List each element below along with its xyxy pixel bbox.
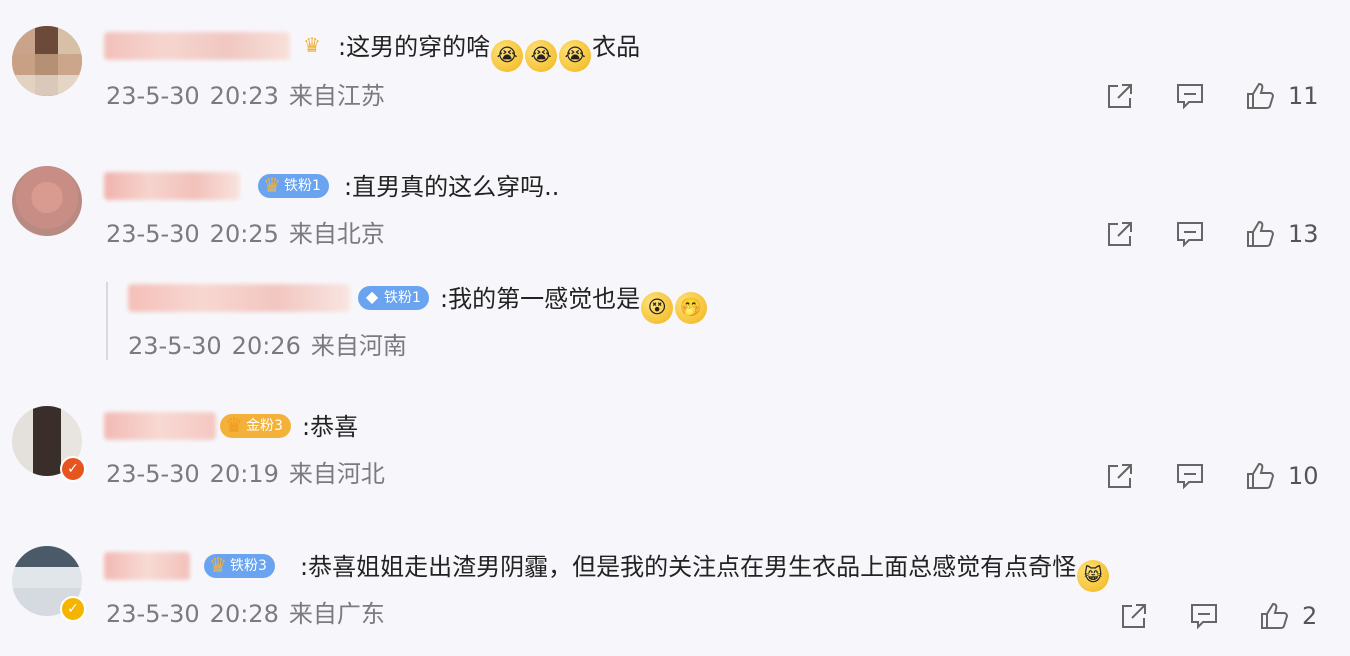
share-button[interactable]: [1104, 78, 1136, 114]
comment-text: :恭喜: [302, 413, 359, 441]
thumbs-up-icon: [1261, 602, 1289, 629]
diamond-icon: ◆: [365, 287, 379, 306]
crying-emoji-icon: 😭: [559, 40, 592, 72]
crying-emoji-icon: 😭: [525, 40, 558, 72]
comment-date: 23-5-30: [106, 82, 200, 110]
comment-location: 来自北京: [288, 220, 385, 248]
comment-actions: 11: [1104, 78, 1334, 114]
comment-actions: 10: [1104, 458, 1334, 494]
verified-icon: ✓: [60, 596, 86, 622]
share-icon: [1108, 464, 1132, 488]
comment-time: 20:26: [231, 332, 301, 360]
like-count: 2: [1302, 602, 1318, 630]
crown-icon: ♛: [303, 33, 321, 57]
comment-meta: 23-5-30 20:25 来自北京: [106, 218, 395, 250]
comment-time: 20:23: [209, 82, 279, 110]
reply-button[interactable]: [1174, 78, 1206, 114]
comment-meta: 23-5-30 20:23 来自江苏: [106, 80, 395, 112]
username[interactable]: [104, 412, 216, 440]
like-count: 13: [1288, 220, 1319, 248]
share-icon: [1108, 222, 1132, 246]
thumbs-up-icon: [1247, 82, 1275, 109]
cat-emoji-icon: 😸: [1077, 560, 1110, 592]
share-button[interactable]: [1104, 216, 1136, 252]
crying-emoji-icon: 😭: [491, 40, 524, 72]
comment-time: 20:19: [209, 460, 279, 488]
comment-date: 23-5-30: [106, 460, 200, 488]
reply-divider: [106, 282, 108, 360]
comment-meta: 23-5-30 20:26 来自河南: [128, 330, 417, 362]
share-icon: [1108, 84, 1132, 108]
comment-meta: 23-5-30 20:19 来自河北: [106, 458, 395, 490]
comment-icon: [1191, 604, 1217, 630]
comment-icon: [1177, 464, 1203, 490]
comment-actions: 13: [1104, 216, 1334, 252]
comment-text: :直男真的这么穿吗..: [344, 173, 560, 201]
verified-icon: ✓: [60, 456, 86, 482]
shush-emoji-icon: 🤭: [675, 292, 708, 324]
comment-icon: [1177, 222, 1203, 248]
comment-icon: [1177, 84, 1203, 110]
comment-text: :这男的穿的啥 😭 😭 😭 衣品: [338, 30, 640, 72]
like-count: 10: [1288, 462, 1319, 490]
comment-date: 23-5-30: [128, 332, 222, 360]
comment-date: 23-5-30: [106, 220, 200, 248]
reply-button[interactable]: [1188, 598, 1220, 634]
like-button[interactable]: 13: [1244, 216, 1319, 252]
like-button[interactable]: 2: [1258, 598, 1317, 634]
comment-date: 23-5-30: [106, 600, 200, 628]
avatar[interactable]: [12, 166, 82, 236]
like-button[interactable]: 11: [1244, 78, 1319, 114]
fan-badge: ♛ 金粉3: [220, 413, 291, 438]
reply-button[interactable]: [1174, 216, 1206, 252]
thumbs-up-icon: [1247, 220, 1275, 247]
dizzy-emoji-icon: 😵: [641, 292, 674, 324]
share-button[interactable]: [1104, 458, 1136, 494]
avatar[interactable]: [12, 26, 82, 96]
crown-icon: ♛: [263, 173, 281, 197]
comment-location: 来自江苏: [288, 82, 385, 110]
comment-time: 20:28: [209, 600, 279, 628]
like-button[interactable]: 10: [1244, 458, 1319, 494]
fan-badge: ♛ 铁粉3: [204, 553, 275, 578]
fan-badge: ◆ 铁粉1: [358, 286, 429, 310]
username[interactable]: [128, 284, 350, 312]
crown-icon: ♛: [209, 553, 227, 577]
comment-location: 来自广东: [288, 600, 385, 628]
fan-badge: ♛: [298, 33, 328, 58]
username[interactable]: [104, 32, 290, 60]
username[interactable]: [104, 172, 240, 200]
thumbs-up-icon: [1247, 462, 1275, 489]
username[interactable]: [104, 552, 190, 580]
comment-location: 来自河南: [310, 332, 407, 360]
like-count: 11: [1288, 82, 1319, 110]
comment-location: 来自河北: [288, 460, 385, 488]
comment-text: :恭喜姐姐走出渣男阴霾，但是我的关注点在男生衣品上面总感觉有点奇怪 😸: [300, 550, 1110, 592]
comment-time: 20:25: [209, 220, 279, 248]
comment-text: :我的第一感觉也是 😵 🤭: [440, 282, 708, 324]
comment-actions: 2: [1118, 598, 1334, 634]
share-button[interactable]: [1118, 598, 1150, 634]
fan-badge: ♛ 铁粉1: [258, 173, 329, 198]
comment-meta: 23-5-30 20:28 来自广东: [106, 598, 395, 630]
crown-icon: ♛: [225, 413, 243, 437]
share-icon: [1122, 604, 1146, 628]
reply-button[interactable]: [1174, 458, 1206, 494]
